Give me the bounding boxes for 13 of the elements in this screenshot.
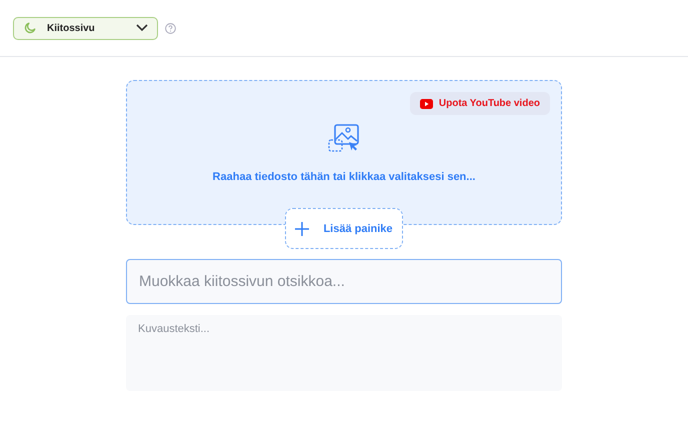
title-field[interactable]: Muokkaa kiitossivun otsikkoa... (126, 259, 562, 304)
plus-icon (295, 222, 310, 236)
play-icon (420, 98, 433, 108)
add-button[interactable]: Lisää painike (285, 208, 403, 249)
moon-icon (23, 21, 37, 35)
file-drop-zone[interactable]: Upota YouTube video Raahaa tiedosto tähän tai klikkaa valitaksesi sen... (126, 80, 562, 225)
embed-youtube-button[interactable]: Upota YouTube video (410, 92, 550, 115)
page-select[interactable]: Kiitossivu (13, 16, 158, 40)
drop-hint: Raahaa tiedosto tähän tai klikkaa valitaksesi sen... (212, 171, 476, 183)
image-upload-icon (328, 124, 360, 154)
description-field[interactable]: Kuvausteksti... (126, 315, 562, 391)
help-icon[interactable] (165, 22, 176, 34)
chevron-down-icon (136, 24, 148, 32)
